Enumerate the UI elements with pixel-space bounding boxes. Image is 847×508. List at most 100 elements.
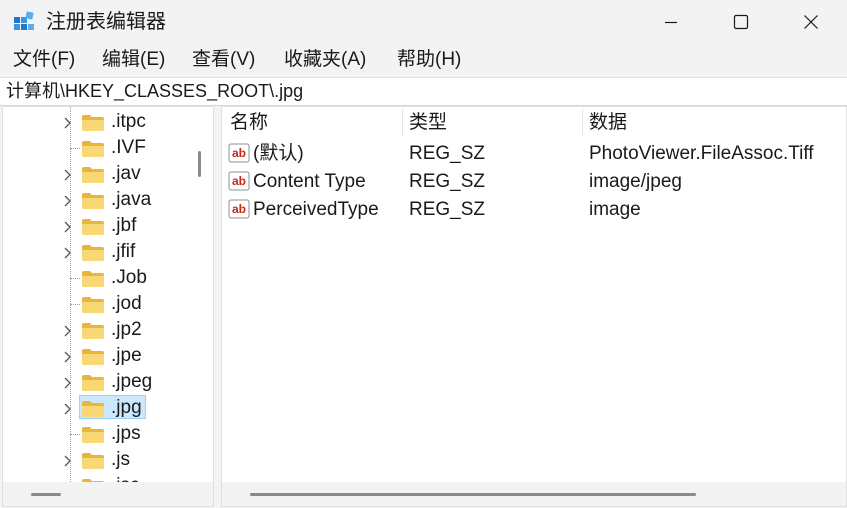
string-value-icon: ab: [228, 171, 250, 191]
close-button[interactable]: [782, 0, 840, 44]
tree-horizontal-scroll-thumb[interactable]: [31, 493, 61, 496]
tree-item[interactable]: .jod: [3, 291, 189, 317]
registry-editor-icon: [14, 11, 34, 30]
value-type: REG_SZ: [409, 143, 486, 164]
tree-item-label: .java: [111, 189, 152, 210]
key-tree: .itpc .IVF .jav .java .jbf .jfif .Job .jod .jp2.…: [3, 107, 189, 482]
chevron-right-icon[interactable]: [63, 247, 73, 259]
chevron-right-icon[interactable]: [63, 195, 73, 207]
tree-item[interactable]: .js: [3, 447, 189, 473]
value-data: image/jpeg: [589, 171, 682, 192]
tree-item[interactable]: .jpeg: [3, 369, 189, 395]
value-data: PhotoViewer.FileAssoc.Tiff: [589, 143, 814, 164]
column-header-data[interactable]: 数据: [589, 112, 627, 134]
string-value-icon: ab: [228, 199, 250, 219]
tree-item-label: .jpg: [111, 397, 142, 418]
tree-item-label: .Job: [111, 267, 147, 288]
tree-item[interactable]: .jp2: [3, 317, 189, 343]
folder-icon: [82, 375, 104, 391]
tree-item-label: .jfif: [111, 241, 136, 262]
column-divider[interactable]: [402, 109, 403, 137]
menu-edit[interactable]: 编辑(E): [102, 48, 165, 72]
svg-text:ab: ab: [232, 174, 246, 188]
menu-favorites[interactable]: 收藏夹(A): [284, 48, 366, 72]
tree-horizontal-scrollbar[interactable]: [3, 482, 213, 506]
svg-text:ab: ab: [232, 202, 246, 216]
tree-item-label: .itpc: [111, 111, 146, 132]
folder-icon: [82, 115, 104, 131]
values-list-pane[interactable]: 名称 类型 数据 ab (默认) REG_SZ PhotoViewer.FileAss…: [221, 106, 847, 507]
list-header: 名称 类型 数据: [222, 107, 846, 139]
column-header-type[interactable]: 类型: [409, 112, 447, 134]
maximize-button[interactable]: [712, 0, 770, 44]
value-row[interactable]: ab (默认) REG_SZ PhotoViewer.FileAssoc.Tiff: [222, 140, 846, 168]
chevron-right-icon[interactable]: [63, 117, 73, 129]
folder-icon: [82, 219, 104, 235]
value-name: PerceivedType: [253, 199, 379, 220]
menu-help[interactable]: 帮助(H): [397, 48, 461, 72]
value-row[interactable]: ab Content Type REG_SZ image/jpeg: [222, 168, 846, 196]
value-type: REG_SZ: [409, 199, 486, 220]
menu-file[interactable]: 文件(F): [13, 48, 75, 72]
tree-item[interactable]: .jfif: [3, 239, 189, 265]
tree-item-label: .jpe: [111, 345, 142, 366]
chevron-right-icon[interactable]: [63, 169, 73, 181]
tree-item-label: .jbf: [111, 215, 137, 236]
tree-guide-branch: [70, 434, 80, 435]
tree-item[interactable]: .java: [3, 187, 189, 213]
folder-icon: [82, 427, 104, 443]
tree-item[interactable]: .jps: [3, 421, 189, 447]
folder-icon: [82, 167, 104, 183]
menu-view[interactable]: 查看(V): [192, 48, 255, 72]
tree-item-label: .js: [111, 449, 130, 470]
tree-item[interactable]: .itpc: [3, 109, 189, 135]
tree-item[interactable]: .IVF: [3, 135, 189, 161]
folder-icon: [82, 297, 104, 313]
tree-item[interactable]: .jbf: [3, 213, 189, 239]
tree-item[interactable]: .jpg: [3, 395, 189, 421]
tree-item[interactable]: .jav: [3, 161, 189, 187]
tree-item-label: .jsc: [111, 475, 140, 482]
tree-guide-branch: [70, 278, 80, 279]
tree-item[interactable]: .jsc: [3, 473, 189, 482]
chevron-right-icon[interactable]: [63, 377, 73, 389]
chevron-right-icon[interactable]: [63, 455, 73, 467]
tree-item-label: .jps: [111, 423, 141, 444]
folder-icon: [82, 271, 104, 287]
tree-item-label: .IVF: [111, 137, 146, 158]
minimize-button[interactable]: [642, 0, 700, 44]
value-name: (默认): [253, 143, 304, 164]
address-path[interactable]: 计算机\HKEY_CLASSES_ROOT\.jpg: [6, 80, 303, 102]
tree-vertical-scrollbar[interactable]: [189, 107, 213, 482]
tree-item-label: .jp2: [111, 319, 142, 340]
chevron-right-icon[interactable]: [63, 221, 73, 233]
folder-icon: [82, 193, 104, 209]
chevron-right-icon[interactable]: [63, 351, 73, 363]
title-bar[interactable]: 注册表编辑器: [0, 0, 847, 44]
close-icon: [804, 15, 818, 29]
tree-item[interactable]: .Job: [3, 265, 189, 291]
list-horizontal-scroll-thumb[interactable]: [250, 493, 696, 496]
address-bar[interactable]: 计算机\HKEY_CLASSES_ROOT\.jpg: [0, 77, 847, 106]
folder-icon: [82, 245, 104, 261]
chevron-right-icon[interactable]: [63, 325, 73, 337]
value-data: image: [589, 199, 641, 220]
folder-icon: [82, 401, 104, 417]
tree-guide-branch: [70, 148, 80, 149]
key-tree-pane[interactable]: .itpc .IVF .jav .java .jbf .jfif .Job .jod .jp2.…: [2, 106, 214, 507]
tree-vertical-scroll-thumb[interactable]: [198, 151, 201, 177]
chevron-right-icon[interactable]: [63, 403, 73, 415]
value-type: REG_SZ: [409, 171, 486, 192]
tree-item-label: .jav: [111, 163, 141, 184]
tree-item-label: .jpeg: [111, 371, 153, 392]
value-row[interactable]: ab PerceivedType REG_SZ image: [222, 196, 846, 224]
column-divider[interactable]: [582, 109, 583, 137]
value-name: Content Type: [253, 171, 366, 192]
tree-item-label: .jod: [111, 293, 142, 314]
list-horizontal-scrollbar[interactable]: [222, 482, 846, 506]
column-header-name[interactable]: 名称: [230, 112, 268, 134]
window-title: 注册表编辑器: [46, 11, 166, 33]
folder-icon: [82, 453, 104, 469]
folder-icon: [82, 141, 104, 157]
tree-item[interactable]: .jpe: [3, 343, 189, 369]
